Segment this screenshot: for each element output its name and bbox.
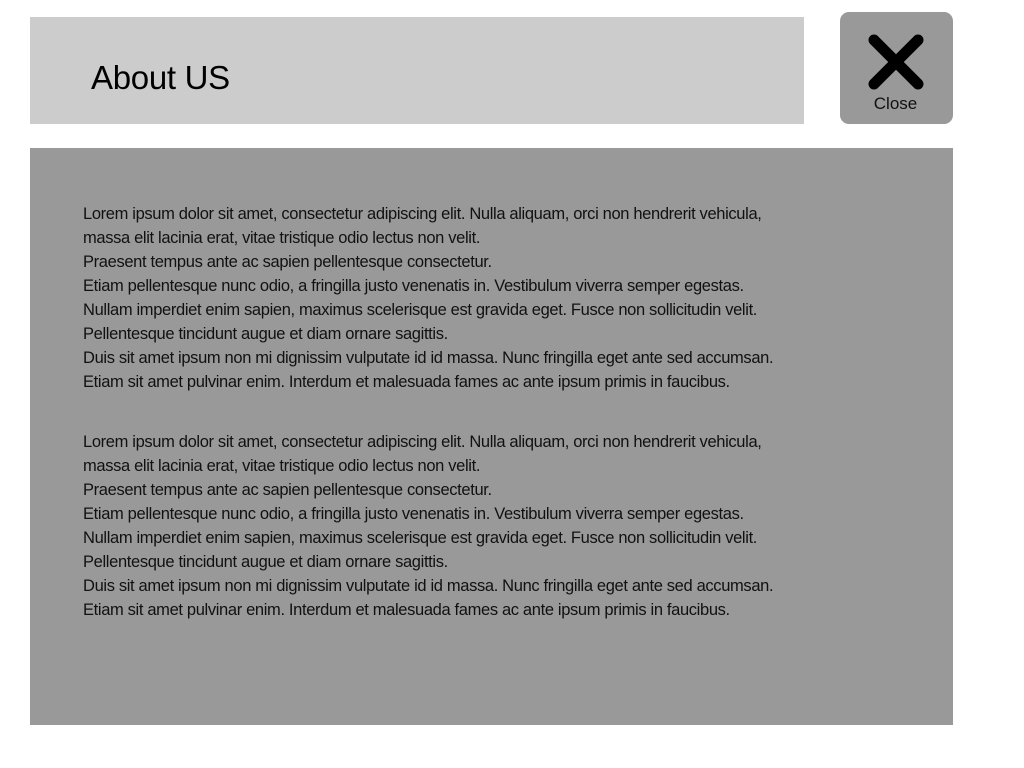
header-bar: About US xyxy=(30,17,804,124)
paragraph-line: Pellentesque tincidunt augue et diam orn… xyxy=(83,553,448,571)
paragraph: Lorem ipsum dolor sit amet, consectetur … xyxy=(83,202,943,394)
close-label: Close xyxy=(873,94,918,113)
paragraph-line: massa elit lacinia erat, vitae tristique… xyxy=(83,457,481,475)
paragraph-line: Praesent tempus ante ac sapien pellentes… xyxy=(83,481,492,499)
paragraph-line: Pellentesque tincidunt augue et diam orn… xyxy=(83,325,448,343)
paragraph-line: Nullam imperdiet enim sapien, maximus sc… xyxy=(83,301,758,319)
paragraph-line: massa elit lacinia erat, vitae tristique… xyxy=(83,229,481,247)
about-us-screen: About US Close Lorem ipsum dolor sit ame… xyxy=(0,0,1024,768)
paragraph-line: Etiam pellentesque nunc odio, a fringill… xyxy=(83,277,744,295)
paragraph: Lorem ipsum dolor sit amet, consectetur … xyxy=(83,430,943,622)
paragraph-line: Praesent tempus ante ac sapien pellentes… xyxy=(83,253,492,271)
close-button[interactable]: Close xyxy=(840,12,953,124)
content-panel: Lorem ipsum dolor sit amet, consectetur … xyxy=(30,148,953,725)
paragraph-line: Etiam sit amet pulvinar enim. Interdum e… xyxy=(83,373,730,391)
close-icon xyxy=(868,34,924,90)
paragraph-line: Nullam imperdiet enim sapien, maximus sc… xyxy=(83,529,758,547)
paragraph-line: Etiam sit amet pulvinar enim. Interdum e… xyxy=(83,601,730,619)
page-title: About US xyxy=(91,59,230,96)
paragraph-line: Lorem ipsum dolor sit amet, consectetur … xyxy=(83,433,762,451)
paragraph-line: Lorem ipsum dolor sit amet, consectetur … xyxy=(83,205,762,223)
paragraph-line: Etiam pellentesque nunc odio, a fringill… xyxy=(83,505,744,523)
paragraph-line: Duis sit amet ipsum non mi dignissim vul… xyxy=(83,577,774,595)
paragraph-line: Duis sit amet ipsum non mi dignissim vul… xyxy=(83,349,774,367)
